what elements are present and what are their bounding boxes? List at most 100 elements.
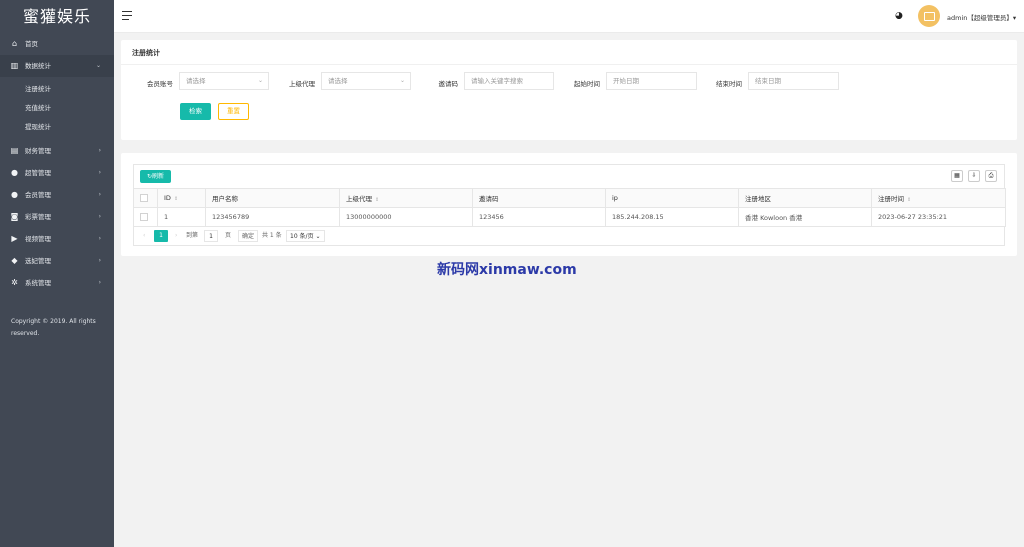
- chevron-down-icon: ⌄: [399, 77, 405, 84]
- video-icon: ▶: [11, 234, 18, 243]
- sidebar-item-system[interactable]: ✲ 系统管理 ›: [0, 272, 114, 294]
- column-header-ip: ip: [605, 188, 739, 208]
- chart-icon: ▥: [10, 61, 19, 70]
- data-table: ID ⇕ 用户名称 上级代理 ⇕ 邀请码 ip 注册地区 注册时间 ⇕ 1 12345…: [133, 188, 1006, 227]
- goto-confirm-button[interactable]: 确定: [238, 230, 259, 242]
- gamepad-icon: ◙: [10, 212, 19, 221]
- sidebar-item-video[interactable]: ▶ 视频管理 ›: [0, 228, 114, 250]
- member-account-select[interactable]: 请选择 ⌄: [179, 72, 269, 90]
- select-all-checkbox[interactable]: [133, 188, 158, 208]
- sidebar-item-label: 选妃管理: [25, 257, 51, 265]
- cell-invite-code: 123456: [472, 207, 606, 227]
- home-icon: ⌂: [11, 39, 18, 48]
- total-count: 共 1 条: [262, 232, 282, 239]
- avatar[interactable]: [918, 5, 940, 27]
- member-account-label: 会员账号: [147, 80, 173, 88]
- page-1-button[interactable]: 1: [154, 230, 168, 242]
- sidebar-subitem-withdraw-stats[interactable]: 提现统计: [0, 118, 114, 137]
- chevron-right-icon: ›: [98, 191, 101, 198]
- column-header-id[interactable]: ID ⇕: [157, 188, 206, 208]
- page-title: 注册统计: [132, 49, 160, 57]
- palette-icon[interactable]: ◕: [895, 11, 903, 21]
- end-time-label: 结束时间: [716, 80, 742, 88]
- chevron-right-icon: ›: [98, 257, 101, 264]
- table-row: 1 123456789 13000000000 123456 185.244.2…: [133, 207, 1006, 227]
- refresh-button[interactable]: ↻刷新: [140, 170, 171, 183]
- parent-agent-label: 上级代理: [289, 80, 315, 88]
- chevron-down-icon: ⌄: [257, 77, 263, 84]
- sidebar-item-members[interactable]: ● 会员管理 ›: [0, 184, 114, 206]
- page-unit-label: 页: [225, 232, 232, 239]
- sidebar-item-label: 财务管理: [25, 147, 51, 155]
- invite-code-label: 邀请码: [438, 80, 459, 88]
- chevron-right-icon: ›: [98, 147, 101, 154]
- menu-toggle-icon[interactable]: [122, 11, 132, 20]
- page-size-select[interactable]: 10 条/页 ⌄: [286, 230, 325, 242]
- sidebar-subitem-register-stats[interactable]: 注册统计: [0, 80, 114, 99]
- cell-ip: 185.244.208.15: [605, 207, 739, 227]
- parent-agent-select[interactable]: 请选择 ⌄: [321, 72, 411, 90]
- sidebar-item-label: 首页: [25, 40, 38, 48]
- gear-icon: ✲: [11, 278, 18, 287]
- table-header-row: ID ⇕ 用户名称 上级代理 ⇕ 邀请码 ip 注册地区 注册时间 ⇕: [133, 188, 1006, 208]
- export-icon[interactable]: ⇩: [968, 170, 980, 182]
- sidebar-item-label: 超管管理: [25, 169, 51, 177]
- sidebar: 蜜獾娱乐 ⌂ 首页 ▥ 数据统计 ⌄ 注册统计 充值统计 提现统计 ▤ 财务管理…: [0, 0, 114, 547]
- sidebar-item-lottery[interactable]: ◙ 彩票管理 ›: [0, 206, 114, 228]
- start-date-input[interactable]: 开始日期: [606, 72, 697, 90]
- end-date-input[interactable]: 结束日期: [748, 72, 839, 90]
- copyright-text: Copyright © 2019. All rights reserved.: [11, 318, 96, 337]
- row-checkbox[interactable]: [133, 207, 158, 227]
- app-logo: 蜜獾娱乐: [22, 7, 91, 26]
- prev-page-button[interactable]: ‹: [143, 230, 145, 242]
- sidebar-item-label: 视频管理: [25, 235, 51, 243]
- next-page-button[interactable]: ›: [175, 230, 177, 242]
- goto-label: 到第: [186, 232, 199, 239]
- sort-icon: ⇕: [907, 197, 912, 203]
- column-header-username: 用户名称: [205, 188, 340, 208]
- sidebar-item-home[interactable]: ⌂ 首页: [0, 33, 114, 55]
- sidebar-item-data-stats[interactable]: ▥ 数据统计 ⌄: [0, 55, 114, 77]
- cell-id: 1: [157, 207, 206, 227]
- cell-username: 123456789: [205, 207, 340, 227]
- cell-region: 香港 Kowloon 香港: [738, 207, 872, 227]
- chevron-right-icon: ›: [98, 235, 101, 242]
- chevron-down-icon: ⌄: [95, 62, 101, 69]
- reset-button[interactable]: 重置: [218, 103, 249, 120]
- column-header-parent-agent[interactable]: 上级代理 ⇕: [339, 188, 473, 208]
- column-header-invite-code: 邀请码: [472, 188, 606, 208]
- column-header-region: 注册地区: [738, 188, 872, 208]
- sidebar-item-label: 彩票管理: [25, 213, 51, 221]
- user-icon: ●: [11, 168, 18, 177]
- goto-page-input[interactable]: 1: [204, 230, 218, 242]
- columns-filter-icon[interactable]: ▦: [951, 170, 963, 182]
- chevron-right-icon: ›: [98, 279, 101, 286]
- bank-icon: ▤: [10, 146, 19, 155]
- table-toolbar: [133, 164, 1005, 188]
- watermark-text: 新码网xinmaw.com: [437, 262, 577, 278]
- cell-parent-agent: 13000000000: [339, 207, 473, 227]
- sidebar-item-selection[interactable]: ◆ 选妃管理 ›: [0, 250, 114, 272]
- print-icon[interactable]: ⎙: [985, 170, 997, 182]
- column-header-register-time[interactable]: 注册时间 ⇕: [871, 188, 1006, 208]
- sidebar-item-super-admin[interactable]: ● 超管管理 ›: [0, 162, 114, 184]
- users-icon: ●: [11, 190, 18, 199]
- filter-card: 注册统计: [121, 40, 1017, 140]
- sort-icon: ⇕: [173, 196, 179, 202]
- search-button[interactable]: 检索: [180, 103, 211, 120]
- sidebar-item-label: 系统管理: [25, 279, 51, 287]
- user-menu[interactable]: admin【超级管理员】▾: [947, 12, 1016, 22]
- sidebar-item-label: 数据统计: [25, 62, 51, 70]
- divider: [121, 64, 1017, 65]
- sidebar-item-label: 会员管理: [25, 191, 51, 199]
- invite-code-input[interactable]: 请输入关键字搜索: [464, 72, 554, 90]
- cell-register-time: 2023-06-27 23:35:21: [871, 207, 1006, 227]
- top-header: ◕ admin【超级管理员】▾: [114, 0, 1024, 33]
- sidebar-item-finance[interactable]: ▤ 财务管理 ›: [0, 140, 114, 162]
- tag-icon: ◆: [11, 256, 18, 265]
- chevron-right-icon: ›: [98, 169, 101, 176]
- start-time-label: 起始时间: [574, 80, 600, 88]
- sidebar-subitem-recharge-stats[interactable]: 充值统计: [0, 99, 114, 118]
- chevron-right-icon: ›: [98, 213, 101, 220]
- sort-icon: ⇕: [375, 197, 380, 203]
